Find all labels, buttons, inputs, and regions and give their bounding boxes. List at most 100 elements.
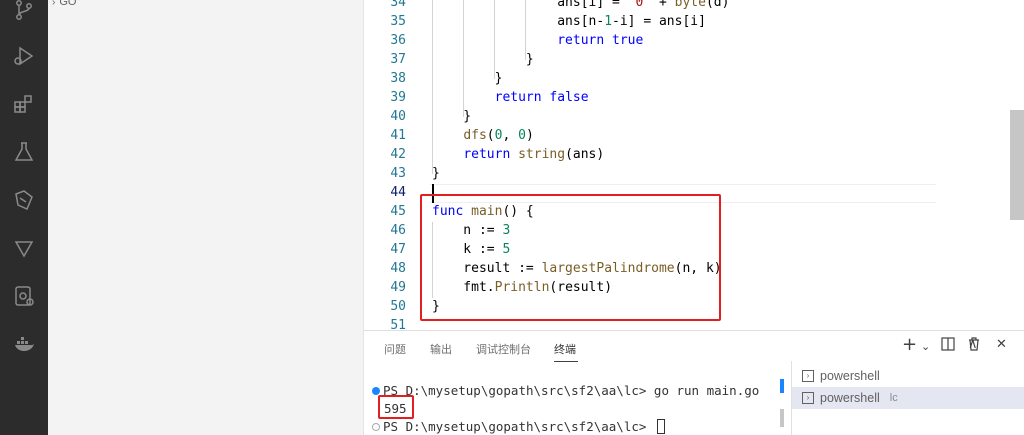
line-number: 40 — [390, 109, 406, 124]
code-line[interactable]: 38 } — [364, 69, 1024, 88]
line-number: 51 — [390, 318, 406, 330]
code-token: false — [549, 90, 589, 105]
code-line[interactable]: 34 ans[i] = '0' + byte(d) — [364, 0, 1024, 12]
chevron-down-icon[interactable]: ⌄ — [921, 340, 930, 353]
code-line[interactable]: 36 return true — [364, 31, 1024, 50]
code-token: ( — [486, 128, 495, 143]
remote-icon[interactable] — [0, 180, 48, 220]
terminal-icon: › — [802, 370, 814, 382]
code-line[interactable]: 35 ans[n-1-i] = ans[i] — [364, 12, 1024, 31]
code-text: } — [432, 50, 534, 69]
line-number: 50 — [390, 299, 406, 314]
line-number: 41 — [390, 128, 406, 143]
terminal-scrollbar[interactable] — [780, 409, 784, 427]
code-token: ) — [525, 128, 534, 143]
code-token: true — [612, 33, 644, 48]
chevron-right-icon: › — [52, 0, 56, 8]
line-number: 47 — [390, 242, 406, 257]
code-token: return — [494, 90, 542, 105]
code-token: } — [432, 109, 472, 124]
terminal-name: powershell — [820, 369, 880, 383]
line-number: 36 — [390, 33, 406, 48]
highlight-box-main-func — [420, 194, 721, 321]
go-section-label: GO — [59, 0, 77, 8]
code-token: (d) — [705, 0, 730, 10]
code-token: , — [502, 128, 519, 143]
tab-output[interactable]: 输出 — [430, 341, 452, 357]
run-debug-icon[interactable] — [0, 36, 48, 76]
code-text: return false — [432, 88, 589, 107]
code-line[interactable]: 43} — [364, 164, 1024, 183]
add-terminal-button[interactable]: + — [902, 334, 917, 355]
activity-bar — [0, 0, 48, 435]
line-number: 45 — [390, 204, 406, 219]
terminal-line-1: PS D:\mysetup\gopath\src\sf2\aa\lc> go r… — [372, 382, 759, 400]
active-tab-indicator — [554, 361, 578, 362]
terminal-list-item-selected[interactable]: › powershell lc — [792, 387, 1024, 409]
terminal-command-text: PS D:\mysetup\gopath\src\sf2\aa\lc> go r… — [383, 383, 760, 398]
code-line[interactable]: 42 return string(ans) — [364, 145, 1024, 164]
code-text: ans[i] = '0' + byte(d) — [432, 0, 729, 12]
code-line[interactable]: 41 dfs(0, 0) — [364, 126, 1024, 145]
close-panel-button[interactable]: ✕ — [996, 337, 1007, 352]
terminal-name: powershell — [820, 391, 880, 405]
remote-explorer-icon[interactable] — [0, 276, 48, 316]
code-text: } — [432, 107, 471, 126]
code-token: ans[i] = — [432, 0, 628, 10]
line-number: 34 — [390, 0, 406, 10]
highlight-box-output — [378, 395, 414, 419]
extensions-icon[interactable] — [0, 84, 48, 124]
code-token: 1 — [604, 14, 613, 29]
tab-terminal[interactable]: 终端 — [554, 341, 576, 357]
code-token: ans[n- — [432, 14, 605, 29]
bottom-panel: 问题 输出 调试控制台 终端 + ⌄ ∧ ✕ PS D:\mysetup\gop… — [364, 330, 1024, 435]
terminal-scroll-marker — [780, 379, 784, 393]
maximize-panel-button[interactable]: ∧ — [968, 337, 978, 352]
terminal-prompt-text: PS D:\mysetup\gopath\src\sf2\aa\lc> — [383, 419, 654, 434]
code-text: } — [432, 164, 440, 183]
line-number: 42 — [390, 147, 406, 162]
code-text: ans[n-1-i] = ans[i] — [432, 12, 706, 31]
terminal-list: › powershell › powershell lc — [791, 361, 1024, 435]
terminal-suffix: lc — [889, 392, 898, 404]
code-token: '0' — [627, 0, 652, 10]
code-token: -i] = ans[i] — [612, 14, 706, 29]
line-number: 48 — [390, 261, 406, 276]
terminal-list-item[interactable]: › powershell — [792, 365, 1024, 387]
code-text: return true — [432, 31, 643, 50]
split-terminal-button[interactable] — [941, 337, 955, 355]
terminal-line-3[interactable]: PS D:\mysetup\gopath\src\sf2\aa\lc> — [372, 418, 665, 435]
testing-icon[interactable] — [0, 132, 48, 172]
code-token: } — [432, 71, 503, 86]
code-line[interactable]: 37 } — [364, 50, 1024, 69]
line-number: 46 — [390, 223, 406, 238]
source-control-icon[interactable] — [0, 0, 48, 30]
command-success-dot — [372, 387, 380, 395]
line-number: 39 — [390, 90, 406, 105]
command-pending-dot — [372, 423, 380, 431]
tab-problems[interactable]: 问题 — [384, 341, 406, 357]
tab-debug-console[interactable]: 调试控制台 — [476, 341, 531, 357]
code-text: } — [432, 69, 503, 88]
code-token: byte — [674, 0, 706, 10]
line-number: 38 — [390, 71, 406, 86]
editor-scrollbar[interactable] — [1010, 110, 1024, 220]
gitlens-icon[interactable] — [0, 228, 48, 268]
code-text: dfs(0, 0) — [432, 126, 534, 145]
code-token: dfs — [463, 128, 487, 143]
terminal-cursor — [656, 419, 665, 434]
docker-icon[interactable] — [0, 324, 48, 364]
code-line[interactable]: 40 } — [364, 107, 1024, 126]
code-token: (ans) — [565, 147, 605, 162]
line-number: 44 — [390, 185, 406, 200]
go-section-header[interactable]: › GO — [52, 0, 76, 10]
code-token: + — [651, 0, 675, 10]
line-number: 37 — [390, 52, 406, 67]
code-line[interactable]: 39 return false — [364, 88, 1024, 107]
code-token: 0 — [518, 128, 526, 143]
